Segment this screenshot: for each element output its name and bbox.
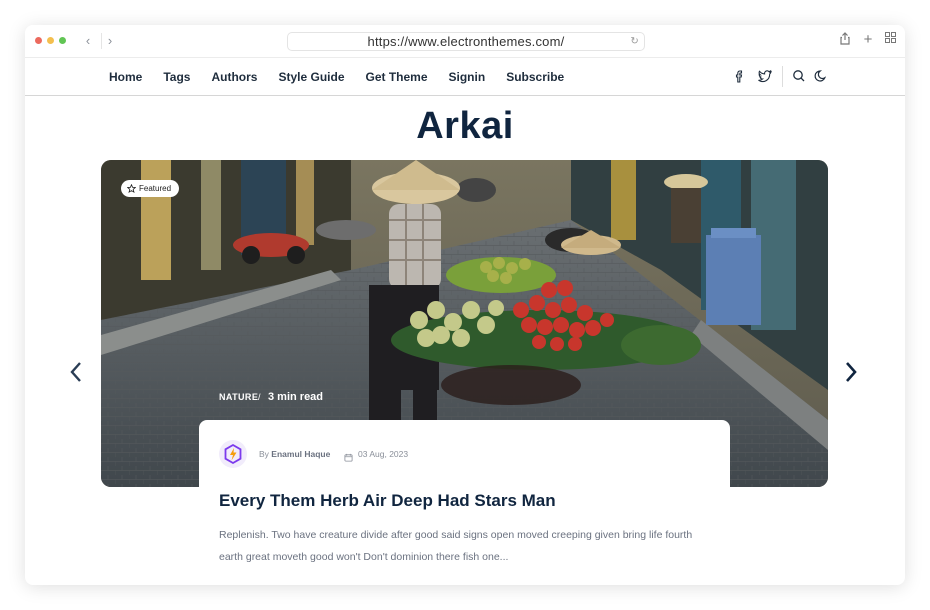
meta-separator: / bbox=[258, 392, 261, 402]
browser-toolbar: ‹ › https://www.electronthemes.com/ ↻ + bbox=[25, 25, 905, 58]
reload-icon[interactable]: ↻ bbox=[630, 33, 639, 50]
featured-post-card: By Enamul Haque 03 Aug, 2023 Every Them … bbox=[199, 420, 730, 585]
featured-badge: Featured bbox=[121, 180, 180, 197]
featured-badge-label: Featured bbox=[139, 184, 172, 193]
site-header: Home Tags Authors Style Guide Get Theme … bbox=[25, 58, 905, 96]
facebook-icon[interactable] bbox=[730, 67, 748, 85]
main-menu: Home Tags Authors Style Guide Get Theme … bbox=[109, 58, 585, 95]
dark-mode-icon[interactable] bbox=[812, 67, 830, 85]
twitter-icon[interactable] bbox=[756, 67, 774, 85]
next-slide-icon[interactable] bbox=[840, 360, 860, 384]
read-time: 3 min read bbox=[268, 391, 324, 403]
share-icon[interactable] bbox=[837, 32, 853, 48]
minimize-window-button[interactable] bbox=[47, 37, 54, 44]
post-excerpt: Replenish. Two have creature divide afte… bbox=[219, 529, 693, 563]
nav-home[interactable]: Home bbox=[109, 70, 142, 84]
search-icon[interactable] bbox=[790, 67, 808, 85]
nav-get-theme[interactable]: Get Theme bbox=[366, 70, 428, 84]
close-window-button[interactable] bbox=[35, 37, 42, 44]
byline-prefix: By bbox=[259, 449, 269, 459]
back-icon[interactable]: ‹ bbox=[80, 33, 96, 49]
nav-authors[interactable]: Authors bbox=[211, 70, 257, 84]
nav-subscribe[interactable]: Subscribe bbox=[506, 70, 564, 84]
author-avatar[interactable] bbox=[219, 440, 247, 468]
byline: By Enamul Haque bbox=[259, 449, 330, 459]
browser-window: ‹ › https://www.electronthemes.com/ ↻ + … bbox=[25, 25, 905, 585]
nav-signin[interactable]: Signin bbox=[449, 70, 486, 84]
post-category[interactable]: NATURE bbox=[219, 392, 258, 402]
new-tab-icon[interactable]: + bbox=[860, 32, 876, 48]
maximize-window-button[interactable] bbox=[59, 37, 66, 44]
tab-overview-icon[interactable] bbox=[882, 32, 898, 48]
star-icon bbox=[127, 184, 136, 193]
calendar-icon bbox=[344, 449, 353, 467]
address-bar[interactable]: https://www.electronthemes.com/ ↻ bbox=[287, 32, 645, 51]
forward-icon[interactable]: › bbox=[101, 33, 118, 49]
site-title[interactable]: Arkai bbox=[25, 105, 905, 148]
header-divider bbox=[782, 66, 783, 87]
nav-tags[interactable]: Tags bbox=[163, 70, 190, 84]
author-name[interactable]: Enamul Haque bbox=[271, 449, 330, 459]
previous-slide-icon[interactable] bbox=[67, 360, 87, 384]
post-date: 03 Aug, 2023 bbox=[358, 449, 409, 459]
url-text: https://www.electronthemes.com/ bbox=[367, 34, 565, 49]
nav-style-guide[interactable]: Style Guide bbox=[278, 70, 344, 84]
post-title[interactable]: Every Them Herb Air Deep Had Stars Man bbox=[219, 491, 556, 511]
